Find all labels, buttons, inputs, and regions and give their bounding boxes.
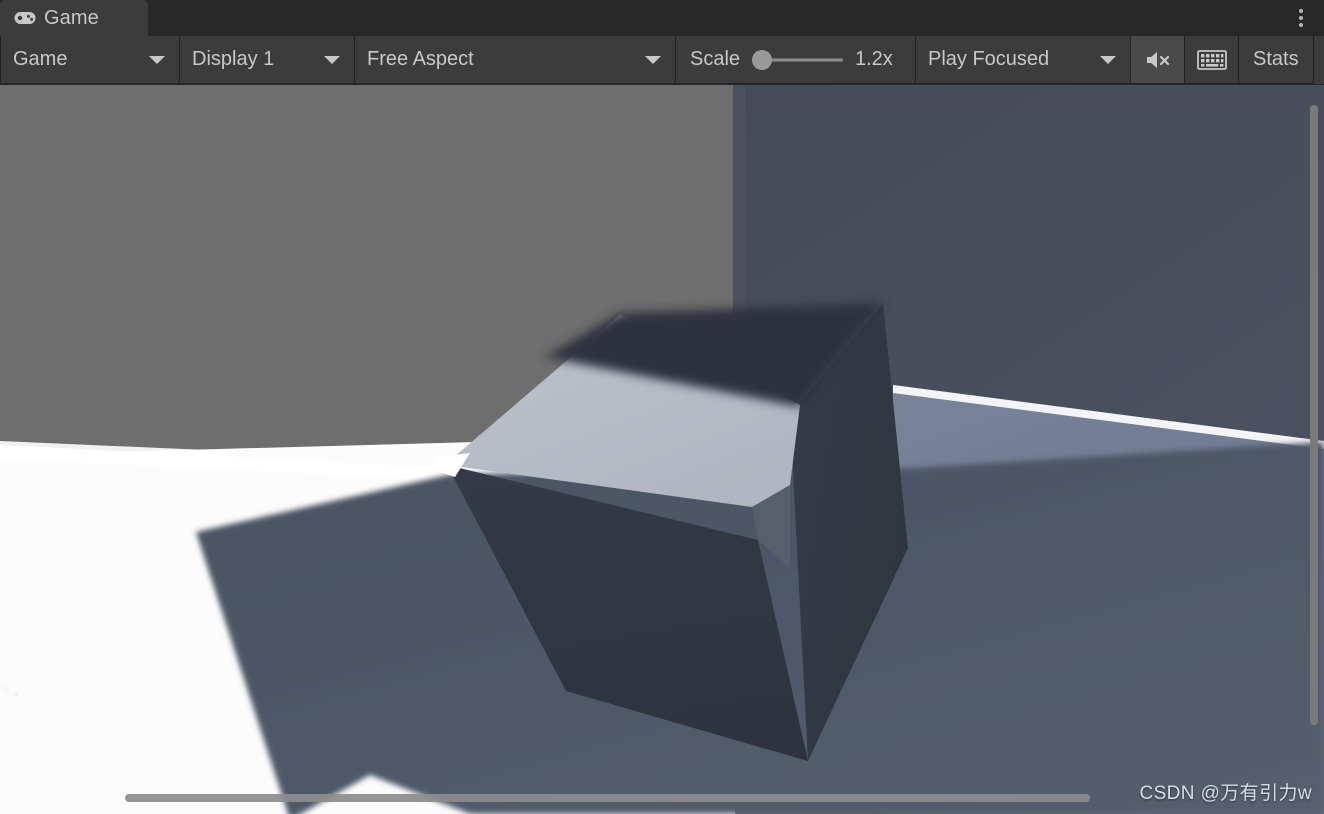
gamepad-icon [14, 11, 36, 25]
kebab-menu-icon[interactable] [1294, 7, 1308, 29]
scale-slider-knob[interactable] [752, 49, 773, 70]
vertical-scrollbar[interactable] [1310, 105, 1318, 725]
display-select-value: Display 1 [192, 48, 275, 70]
scale-slider[interactable] [752, 49, 843, 70]
stats-label: Stats [1253, 48, 1299, 70]
view-select[interactable]: Game [0, 36, 180, 84]
horizontal-scrollbar[interactable] [125, 794, 1090, 802]
window-tab-bar: Game [0, 0, 1324, 36]
rendered-3d-scene [0, 85, 1324, 814]
scale-label: Scale [690, 48, 741, 70]
chevron-down-icon [324, 55, 340, 64]
aspect-ratio-select[interactable]: Free Aspect [355, 36, 676, 84]
game-view-toolbar: Game Display 1 Free Aspect Scale 1.2x Pl… [0, 36, 1324, 84]
chevron-down-icon [149, 55, 165, 64]
stats-button[interactable]: Stats [1239, 36, 1314, 84]
chevron-down-icon [645, 55, 661, 64]
view-select-value: Game [13, 48, 68, 70]
scale-control[interactable]: Scale 1.2x [676, 36, 916, 84]
aspect-ratio-value: Free Aspect [367, 48, 474, 70]
scale-slider-track [762, 58, 843, 61]
watermark-text: CSDN @万有引力w [1139, 783, 1312, 804]
tab-game[interactable]: Game [0, 0, 148, 36]
mute-audio-button[interactable] [1131, 36, 1185, 84]
scale-value: 1.2x [855, 48, 893, 70]
tab-label: Game [44, 7, 99, 29]
play-mode-select[interactable]: Play Focused [916, 36, 1131, 84]
game-viewport[interactable]: CSDN @万有引力w [0, 85, 1324, 814]
display-select[interactable]: Display 1 [180, 36, 355, 84]
mute-audio-icon [1146, 51, 1169, 68]
unity-game-window: Game Game Display 1 Free Aspect Scale 1.… [0, 0, 1324, 814]
gizmos-button[interactable] [1185, 36, 1239, 84]
play-mode-value: Play Focused [928, 48, 1050, 70]
chevron-down-icon [1100, 55, 1116, 64]
gizmos-grid-icon [1196, 49, 1227, 70]
